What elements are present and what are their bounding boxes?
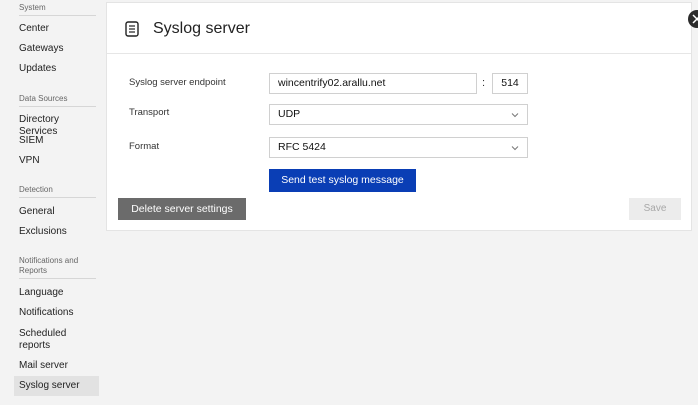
sidebar-item-vpn[interactable]: VPN (14, 155, 99, 167)
endpoint-host-input[interactable]: wincentrify02.arallu.net (269, 73, 477, 94)
close-panel-button[interactable] (688, 10, 698, 28)
sidebar-item-gateways[interactable]: Gateways (14, 43, 99, 55)
format-select[interactable]: RFC 5424 (269, 137, 528, 158)
format-label: Format (129, 141, 160, 152)
endpoint-port-input[interactable]: 514 (492, 73, 528, 94)
sidebar-item-language[interactable]: Language (14, 287, 99, 299)
sidebar-item-notifications[interactable]: Notifications (14, 307, 99, 319)
group-divider (19, 278, 96, 279)
endpoint-label: Syslog server endpoint (129, 77, 226, 88)
chevron-down-icon (511, 146, 519, 151)
sidebar-item-scheduled-reports[interactable]: Scheduled reports (14, 328, 84, 352)
sidebar-item-siem[interactable]: SIEM (14, 135, 99, 147)
group-title-data-sources: Data Sources (19, 94, 68, 103)
close-icon (692, 14, 698, 24)
sidebar-item-general[interactable]: General (14, 206, 99, 218)
group-divider (19, 15, 96, 16)
format-value: RFC 5424 (278, 141, 326, 153)
syslog-settings-card: Syslog server Syslog server endpoint win… (106, 2, 692, 231)
card-header: Syslog server (107, 3, 691, 54)
group-divider (19, 197, 96, 198)
page-title: Syslog server (153, 20, 250, 37)
transport-select[interactable]: UDP (269, 104, 528, 125)
group-title-system: System (19, 3, 46, 12)
document-icon (125, 21, 139, 37)
transport-label: Transport (129, 107, 170, 118)
delete-server-settings-button[interactable]: Delete server settings (118, 198, 246, 220)
endpoint-separator: : (482, 77, 486, 89)
transport-value: UDP (278, 108, 301, 120)
settings-sidebar: System Center Gateways Updates Data Sour… (0, 0, 104, 405)
group-title-detection: Detection (19, 185, 53, 194)
sidebar-item-center[interactable]: Center (14, 23, 99, 35)
group-title-notifications-and-reports: Notifications and Reports (19, 256, 79, 275)
save-button[interactable]: Save (629, 198, 681, 220)
sidebar-item-updates[interactable]: Updates (14, 63, 99, 75)
sidebar-item-syslog-server[interactable]: Syslog server (14, 376, 99, 396)
sidebar-item-exclusions[interactable]: Exclusions (14, 226, 99, 238)
send-test-syslog-button[interactable]: Send test syslog message (269, 169, 416, 192)
chevron-down-icon (511, 113, 519, 118)
sidebar-item-mail-server[interactable]: Mail server (14, 360, 99, 372)
group-divider (19, 106, 96, 107)
